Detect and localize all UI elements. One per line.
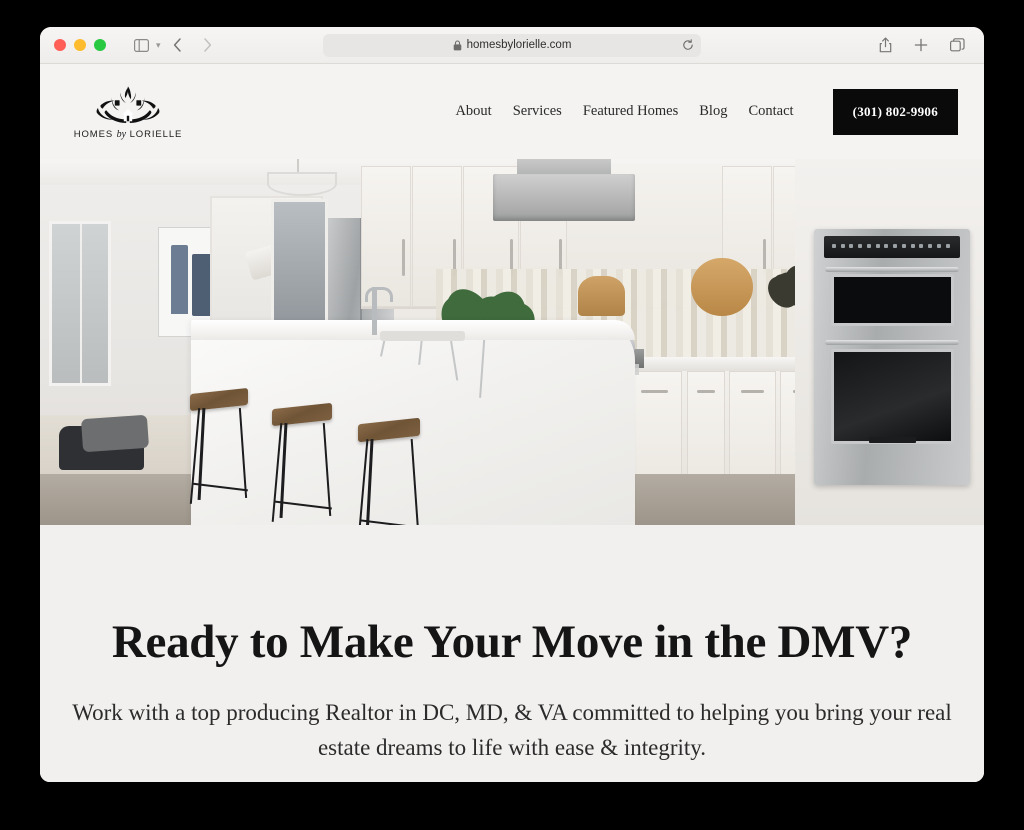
new-tab-icon[interactable] [908,33,934,57]
logo-text-homes: HOMES [74,129,113,140]
lock-icon [453,40,462,51]
chevron-down-icon[interactable]: ▾ [156,40,161,51]
toolbar-right-group [872,33,970,57]
minimize-window-button[interactable] [74,39,86,51]
logo-wordmark: HOMES by LORIELLE [74,129,183,140]
traffic-lights [54,39,106,51]
site-navigation: About Services Featured Homes Blog Conta… [455,89,958,135]
nav-item-contact[interactable]: Contact [748,103,793,120]
logo-text-by: by [117,129,126,140]
nav-item-services[interactable]: Services [513,103,562,120]
cta-subtext: Work with a top producing Realtor in DC,… [72,696,952,766]
web-page-viewport: HOMES by LORIELLE About Services Feature… [40,64,984,782]
nav-item-about[interactable]: About [455,103,491,120]
hero-image [40,159,984,525]
maximize-window-button[interactable] [94,39,106,51]
forward-button-icon[interactable] [195,33,221,57]
close-window-button[interactable] [54,39,66,51]
site-header: HOMES by LORIELLE About Services Feature… [40,64,984,159]
address-bar[interactable]: homesbylorielle.com [323,34,701,57]
nav-item-blog[interactable]: Blog [699,103,727,120]
logo-text-lorielle: LORIELLE [130,129,183,140]
sidebar-toggle-icon[interactable] [128,33,154,57]
cta-section: Ready to Make Your Move in the DMV? Work… [40,525,984,782]
nav-item-featured-homes[interactable]: Featured Homes [583,103,678,120]
lotus-house-logo-icon [92,84,164,126]
address-url-text: homesbylorielle.com [467,39,572,51]
browser-toolbar: ▾ homesbylorielle.com [40,27,984,64]
phone-cta-button[interactable]: (301) 802-9906 [833,89,958,135]
site-logo[interactable]: HOMES by LORIELLE [68,84,188,140]
cta-subtext-line1: Work with a top producing Realtor in DC,… [72,700,863,725]
reload-icon[interactable] [682,39,694,51]
back-button-icon[interactable] [165,33,191,57]
browser-window: ▾ homesbylorielle.com HOMES by LORIELLE … [40,27,984,782]
share-icon[interactable] [872,33,898,57]
hero-kitchen-illustration [40,159,984,525]
tab-overview-icon[interactable] [944,33,970,57]
page-title: Ready to Make Your Move in the DMV? [40,617,984,669]
toolbar-nav-group: ▾ [128,33,221,57]
